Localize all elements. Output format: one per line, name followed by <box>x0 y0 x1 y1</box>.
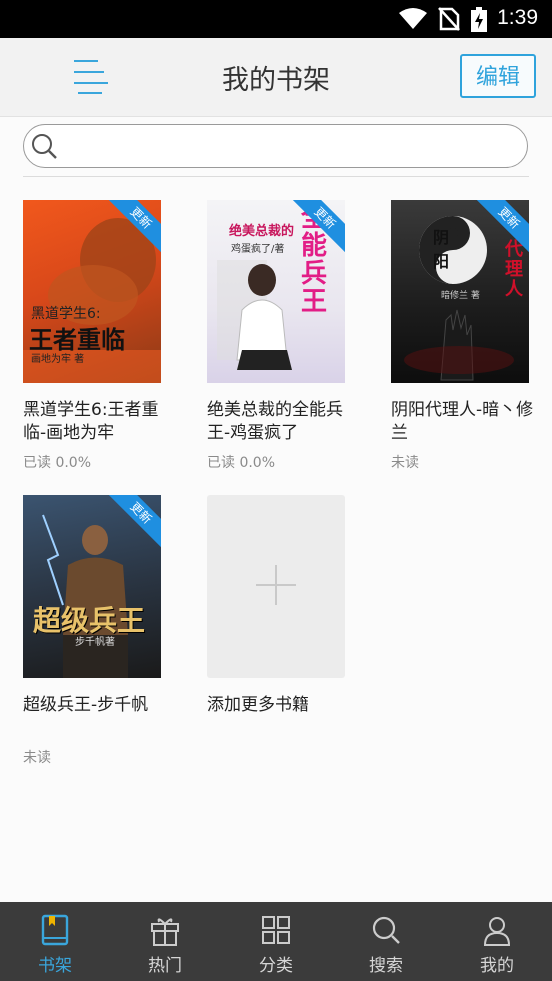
book-item[interactable]: 黑道学生6: 王者重临 画地为牢 著 更新 黑道学生6:王者重临-画地为牢 已读… <box>23 200 183 472</box>
book-cover[interactable]: 绝美总裁的 鸡蛋疯了/著 全能兵王 更新 <box>207 200 345 383</box>
search-bar[interactable] <box>23 124 528 168</box>
book-item[interactable]: 超级兵王 步千帆著 更新 超级兵王-步千帆 未读 <box>23 495 183 767</box>
wifi-icon <box>399 8 427 29</box>
book-title: 超级兵王-步千帆 <box>23 695 149 715</box>
cover-author: 暗修兰 著 <box>441 291 480 301</box>
gift-icon <box>151 918 179 946</box>
add-book-item[interactable]: 添加更多书籍 <box>207 495 367 717</box>
clock: 1:39 <box>497 6 538 29</box>
book-cover[interactable]: 黑道学生6: 王者重临 画地为牢 著 更新 <box>23 200 161 383</box>
tab-label: 搜索 <box>369 956 403 976</box>
battery-charging-icon <box>471 7 487 32</box>
cover-author: 步千帆著 <box>75 637 115 648</box>
user-icon <box>483 917 511 946</box>
tab-category[interactable]: 分类 <box>221 902 331 981</box>
search-input[interactable] <box>68 130 512 162</box>
app-header: 我的书架 编辑 <box>0 38 552 117</box>
plus-icon-vertical <box>275 565 277 605</box>
read-progress: 未读 <box>23 750 51 766</box>
read-progress: 未读 <box>391 455 419 471</box>
book-item[interactable]: 阴 阳 代理人 暗修兰 著 更新 阴阳代理人-暗丶修兰 未读 <box>391 200 551 472</box>
search-icon <box>372 916 400 944</box>
bottom-tab-bar: 书架 热门 分类 搜索 我的 <box>0 902 552 981</box>
book-title: 绝美总裁的全能兵王-鸡蛋疯了 <box>207 400 343 443</box>
read-progress: 已读 0.0% <box>207 455 276 471</box>
tab-search[interactable]: 搜索 <box>331 902 441 981</box>
tab-label: 分类 <box>259 956 293 976</box>
search-icon <box>32 134 57 159</box>
status-bar: 1:39 <box>0 0 552 38</box>
no-sim-icon <box>438 7 460 31</box>
grid-icon <box>262 916 290 944</box>
book-item[interactable]: 绝美总裁的 鸡蛋疯了/著 全能兵王 更新 绝美总裁的全能兵王-鸡蛋疯了 已读 0… <box>207 200 367 472</box>
tab-label: 我的 <box>480 956 514 976</box>
cover-title: 代理人 <box>505 239 523 300</box>
book-cover[interactable]: 阴 阳 代理人 暗修兰 著 更新 <box>391 200 529 383</box>
book-title: 黑道学生6:王者重临-画地为牢 <box>23 400 159 443</box>
tab-hot[interactable]: 热门 <box>110 902 220 981</box>
tab-profile[interactable]: 我的 <box>442 902 552 981</box>
tab-label: 热门 <box>148 956 182 976</box>
tab-bookshelf[interactable]: 书架 <box>0 902 110 981</box>
book-title: 阴阳代理人-暗丶修兰 <box>391 400 534 443</box>
cover-author: 鸡蛋疯了/著 <box>231 244 285 255</box>
cover-author: 画地为牢 著 <box>31 354 85 365</box>
book-icon <box>41 914 69 946</box>
edit-button[interactable]: 编辑 <box>460 54 536 98</box>
book-cover[interactable]: 超级兵王 步千帆著 更新 <box>23 495 161 678</box>
add-book-button[interactable] <box>207 495 345 678</box>
divider <box>23 176 529 177</box>
read-progress: 已读 0.0% <box>23 455 92 471</box>
cover-subtitle: 阴 阳 <box>433 228 470 271</box>
add-book-label: 添加更多书籍 <box>207 695 309 715</box>
cover-subtitle: 绝美总裁的 <box>229 224 295 239</box>
tab-label: 书架 <box>38 956 72 976</box>
